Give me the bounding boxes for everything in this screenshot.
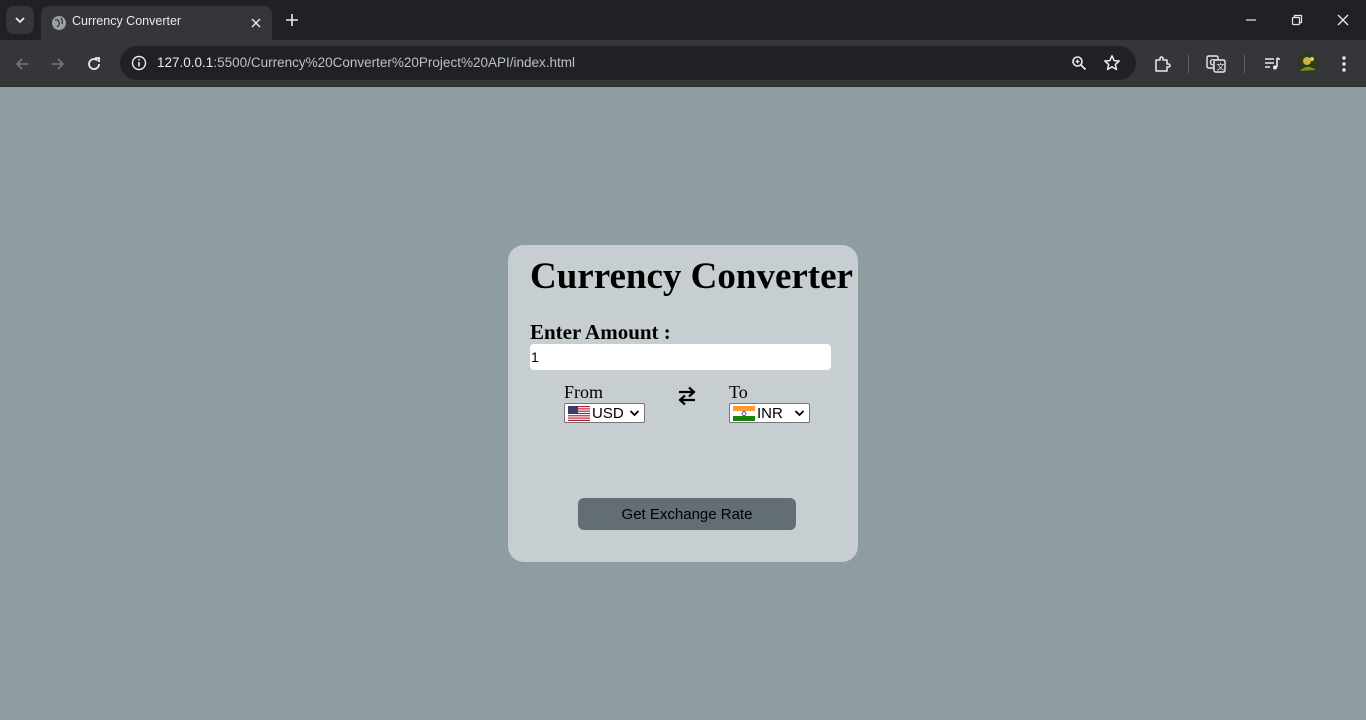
from-currency-select[interactable]: USD: [564, 403, 645, 423]
amount-input[interactable]: [530, 344, 831, 370]
profile-picture-icon: [1297, 52, 1319, 74]
puzzle-icon: [1155, 56, 1171, 72]
converter-card: Currency Converter Enter Amount : From U…: [508, 245, 858, 562]
star-icon: [1104, 55, 1120, 71]
us-flag-icon: [568, 405, 590, 421]
restore-button[interactable]: [1274, 0, 1320, 40]
minimize-icon: [1246, 19, 1256, 21]
to-currency-select[interactable]: INR: [729, 403, 810, 423]
restore-icon: [1291, 14, 1303, 26]
media-control-button[interactable]: [1260, 52, 1284, 76]
reload-icon: [88, 57, 100, 70]
site-info-button[interactable]: [127, 51, 151, 75]
get-exchange-rate-button[interactable]: Get Exchange Rate: [578, 498, 796, 530]
extensions-button[interactable]: [1150, 52, 1174, 76]
tab-search-button[interactable]: [6, 6, 34, 34]
toolbar-separator: [1188, 55, 1189, 73]
reload-button[interactable]: [80, 50, 108, 78]
zoom-button[interactable]: [1069, 53, 1089, 73]
svg-text:文: 文: [1217, 62, 1225, 72]
forward-button[interactable]: [44, 50, 72, 78]
profile-avatar[interactable]: [1297, 52, 1319, 74]
arrow-left-icon: [15, 58, 28, 70]
close-icon: [1337, 14, 1349, 26]
tab-title: Currency Converter: [72, 14, 182, 28]
arrows-exchange-icon[interactable]: [677, 385, 697, 407]
url-text[interactable]: 127.0.0.1:5500/Currency%20Converter%20Pr…: [157, 55, 575, 70]
chevron-down-icon: [629, 410, 640, 417]
zoom-icon: [1072, 56, 1087, 71]
url-path: :5500/Currency%20Converter%20Project%20A…: [213, 55, 575, 70]
amount-label: Enter Amount :: [530, 320, 671, 344]
info-icon: [131, 55, 147, 71]
to-label: To: [729, 382, 748, 402]
bookmark-button[interactable]: [1102, 53, 1122, 73]
from-label: From: [564, 382, 604, 402]
close-window-button[interactable]: [1320, 0, 1366, 40]
chevron-down-icon: [794, 410, 805, 417]
tab-close-button[interactable]: [246, 13, 266, 33]
globe-icon: [52, 16, 66, 30]
chevron-down-icon: [15, 17, 25, 24]
back-button[interactable]: [8, 50, 36, 78]
translate-icon: G文: [1206, 55, 1226, 73]
arrow-right-icon: [52, 58, 65, 70]
close-icon: [251, 18, 261, 28]
toolbar-separator: [1244, 55, 1245, 73]
url-host: 127.0.0.1: [157, 55, 214, 70]
plus-icon: [286, 14, 298, 26]
browser-toolbar: 127.0.0.1:5500/Currency%20Converter%20Pr…: [0, 40, 1366, 87]
address-bar[interactable]: 127.0.0.1:5500/Currency%20Converter%20Pr…: [120, 46, 1136, 80]
page-title: Currency Converter: [530, 256, 853, 297]
browser-menu-button[interactable]: [1332, 52, 1356, 76]
browser-tab[interactable]: Currency Converter: [41, 6, 272, 40]
more-vertical-icon: [1342, 56, 1346, 72]
minimize-button[interactable]: [1228, 0, 1274, 40]
from-currency-code: USD: [592, 404, 624, 422]
in-flag-icon: [733, 405, 755, 421]
translate-button[interactable]: G文: [1204, 52, 1228, 76]
new-tab-button[interactable]: [280, 8, 304, 32]
to-currency-code: INR: [757, 404, 783, 422]
browser-tab-strip: Currency Converter: [0, 0, 1366, 40]
queue-music-icon: [1265, 57, 1281, 70]
